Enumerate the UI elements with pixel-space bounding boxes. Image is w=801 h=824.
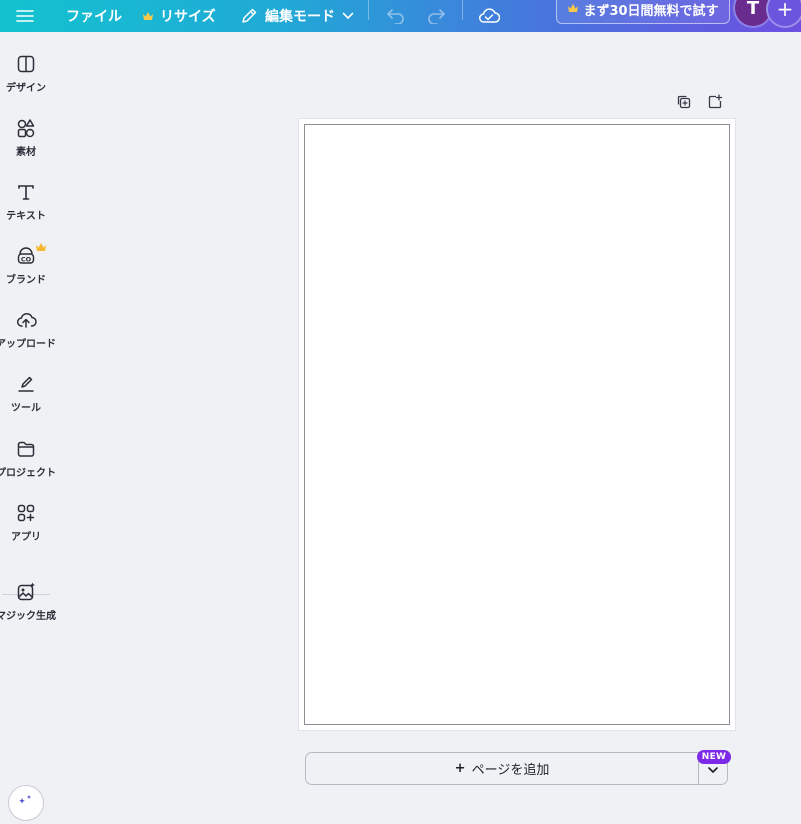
redo-icon[interactable] bbox=[426, 0, 446, 32]
duplicate-page-icon[interactable] bbox=[676, 94, 692, 114]
sidebar-item-projects[interactable]: プロジェクト bbox=[0, 438, 56, 479]
file-menu-button[interactable]: ファイル bbox=[66, 0, 122, 32]
sidebar-item-uploads[interactable]: アップロード bbox=[0, 309, 56, 350]
sidebar-item-label: マジック生成 bbox=[0, 611, 56, 622]
pencil-icon bbox=[240, 7, 258, 25]
undo-icon[interactable] bbox=[386, 0, 406, 32]
sidebar-item-elements[interactable]: 素材 bbox=[0, 117, 52, 158]
sidebar-item-label: ツール bbox=[11, 403, 41, 414]
sidebar-item-magic-media[interactable]: マジック生成 bbox=[0, 581, 56, 622]
crown-icon bbox=[35, 237, 47, 256]
new-badge: NEW bbox=[697, 750, 731, 764]
free-trial-label: まず30日間無料で試す bbox=[583, 3, 719, 19]
magic-media-icon bbox=[15, 581, 37, 603]
resize-label: リサイズ bbox=[160, 9, 216, 25]
sidebar-item-label: プロジェクト bbox=[0, 468, 56, 479]
hamburger-menu-icon[interactable] bbox=[16, 0, 34, 32]
page-bleed-guide bbox=[304, 124, 730, 725]
crown-icon bbox=[567, 2, 579, 17]
sidebar-item-apps[interactable]: アプリ bbox=[0, 502, 52, 543]
sidebar-item-label: テキスト bbox=[6, 211, 46, 222]
apps-icon bbox=[15, 502, 37, 524]
sidebar-item-tools[interactable]: ツール bbox=[0, 373, 52, 414]
text-icon bbox=[15, 181, 37, 203]
sidebar-item-design[interactable]: デザイン bbox=[0, 53, 52, 94]
toolbar-divider bbox=[462, 0, 463, 20]
svg-text:CO: CO bbox=[21, 255, 32, 263]
sidebar-item-label: アプリ bbox=[11, 532, 41, 543]
cloud-check-icon[interactable] bbox=[478, 0, 500, 32]
crown-icon bbox=[142, 11, 154, 21]
sidebar-item-label: ブランド bbox=[6, 275, 46, 286]
design-layout-icon bbox=[15, 53, 37, 75]
add-collaborator-button[interactable]: + bbox=[766, 0, 801, 28]
resize-button[interactable]: リサイズ bbox=[142, 0, 216, 32]
sidebar-item-label: デザイン bbox=[6, 83, 46, 94]
add-page-label: ページを追加 bbox=[471, 763, 550, 778]
folder-icon bbox=[15, 438, 37, 460]
brand-kit-icon: CO bbox=[15, 243, 46, 267]
magic-assistant-button[interactable] bbox=[8, 785, 44, 821]
left-sidebar: デザイン 素材 テキスト CO ブランド アップロード ツール プロジェクト ア… bbox=[0, 32, 56, 821]
add-page-button[interactable]: + ページを追加 bbox=[305, 752, 698, 785]
cloud-upload-icon bbox=[15, 309, 37, 331]
free-trial-button[interactable]: まず30日間無料で試す bbox=[556, 0, 730, 24]
sidebar-item-label: アップロード bbox=[0, 339, 56, 350]
toolbar-divider bbox=[368, 0, 369, 20]
draw-tool-icon bbox=[15, 373, 37, 395]
sidebar-item-label: 素材 bbox=[16, 147, 36, 158]
edit-mode-label: 編集モード bbox=[265, 9, 335, 25]
top-toolbar: ファイル リサイズ 編集モード まず30日間無料で試す T + bbox=[0, 0, 801, 32]
sidebar-item-text[interactable]: テキスト bbox=[0, 181, 52, 222]
edit-mode-button[interactable]: 編集モード bbox=[240, 0, 354, 32]
shapes-icon bbox=[15, 117, 37, 139]
chevron-down-icon bbox=[342, 12, 354, 20]
plus-icon: + bbox=[454, 761, 466, 776]
add-page-icon[interactable] bbox=[707, 94, 723, 114]
sidebar-item-brand[interactable]: CO ブランド bbox=[0, 243, 52, 286]
design-page[interactable] bbox=[299, 119, 735, 730]
